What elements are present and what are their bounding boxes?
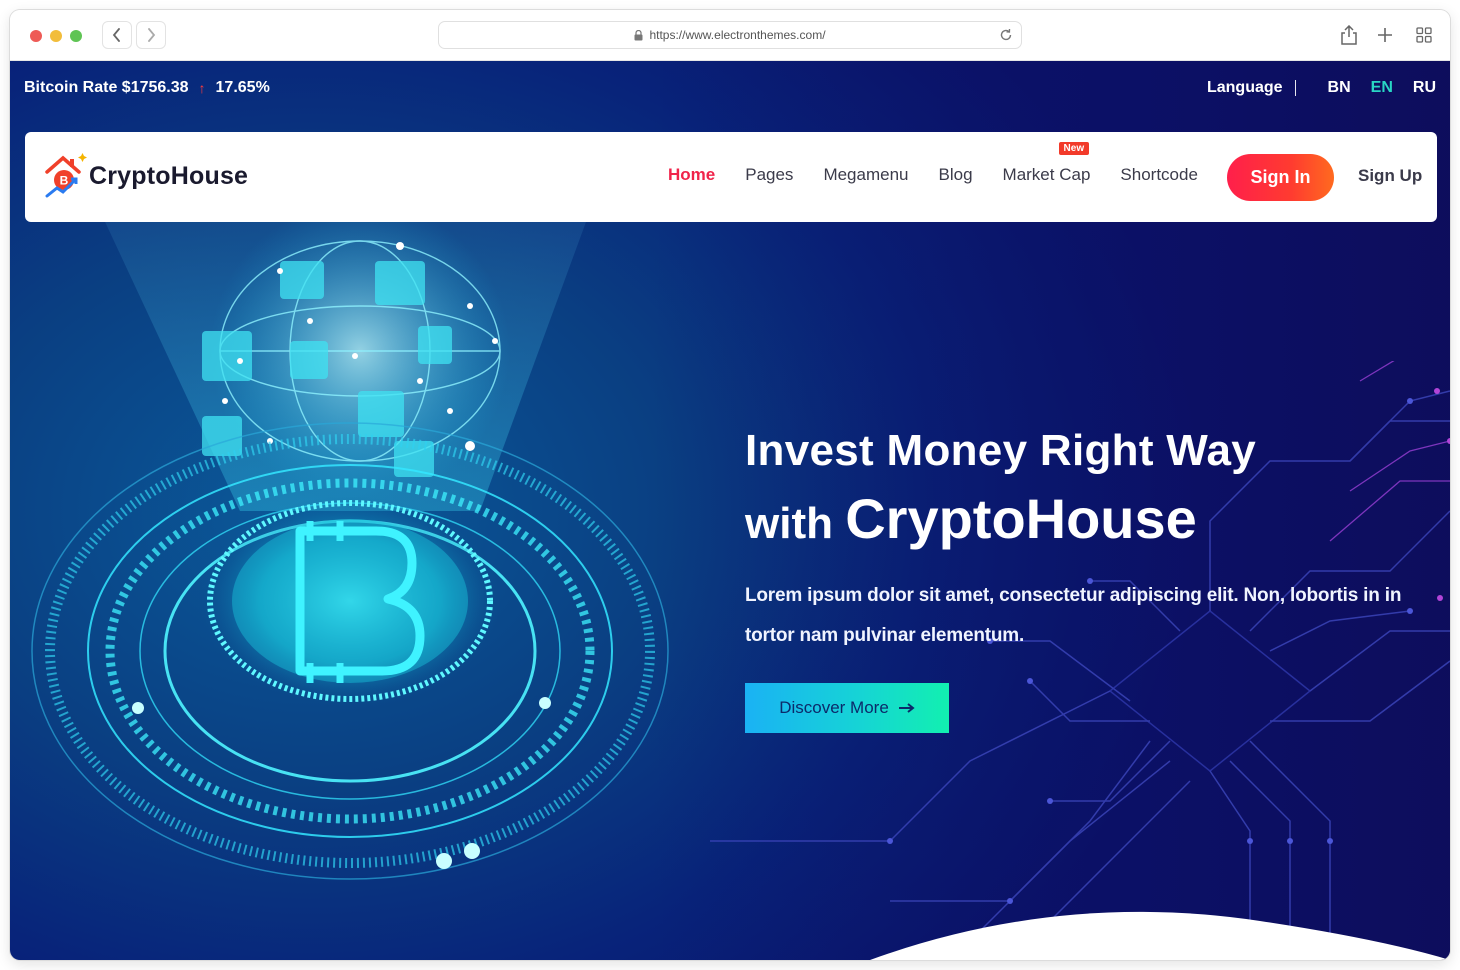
bitcoin-rate-change: 17.65% bbox=[215, 79, 270, 96]
share-icon bbox=[1341, 25, 1357, 45]
nav-item-shortcode[interactable]: Shortcode bbox=[1120, 165, 1198, 185]
zoom-window-button[interactable] bbox=[70, 30, 82, 42]
new-badge: New bbox=[1058, 142, 1090, 155]
forward-button[interactable] bbox=[136, 21, 166, 49]
language-divider bbox=[1294, 80, 1296, 96]
top-info-bar: Bitcoin Rate $1756.38 ↑ 17.65% Language … bbox=[10, 61, 1450, 121]
language-option-en[interactable]: EN bbox=[1371, 79, 1393, 97]
hero-title-brand: CryptoHouse bbox=[845, 487, 1197, 550]
arrow-up-icon: ↑ bbox=[198, 80, 206, 96]
hero-description: Lorem ipsum dolor sit amet, consectetur … bbox=[745, 585, 1402, 646]
hero-content: Invest Money Right Way with CryptoHouse … bbox=[745, 421, 1435, 733]
discover-more-label: Discover More bbox=[779, 698, 889, 717]
close-window-button[interactable] bbox=[30, 30, 42, 42]
browser-toolbar: https://www.electronthemes.com/ bbox=[10, 10, 1450, 61]
new-tab-button[interactable] bbox=[1374, 24, 1396, 46]
hero-title-line-2: with CryptoHouse bbox=[745, 489, 1435, 554]
main-header: B CryptoHouse Home Pages Megamenu Blog M… bbox=[25, 132, 1437, 222]
nav-item-megamenu[interactable]: Megamenu bbox=[823, 165, 908, 185]
house-bitcoin-icon: B bbox=[45, 153, 87, 198]
discover-more-button[interactable]: Discover More bbox=[745, 683, 949, 733]
back-button[interactable] bbox=[102, 21, 132, 49]
sign-in-button[interactable]: Sign In bbox=[1227, 154, 1334, 201]
hero-title-line-1: Invest Money Right Way bbox=[745, 426, 1257, 475]
reload-icon[interactable] bbox=[999, 28, 1013, 42]
share-button[interactable] bbox=[1338, 24, 1360, 46]
svg-text:B: B bbox=[60, 174, 69, 188]
web-page: Bitcoin Rate $1756.38 ↑ 17.65% Language … bbox=[10, 61, 1450, 960]
lock-icon bbox=[634, 29, 643, 40]
url-text: https://www.electronthemes.com/ bbox=[649, 28, 826, 42]
language-switcher: Language BN EN RU bbox=[1207, 79, 1436, 97]
plus-icon bbox=[1378, 28, 1392, 42]
main-navigation: Home Pages Megamenu Blog Market Cap New … bbox=[668, 142, 1228, 185]
arrow-right-icon bbox=[898, 703, 915, 713]
site-logo[interactable]: B CryptoHouse bbox=[43, 152, 248, 200]
nav-item-blog[interactable]: Blog bbox=[939, 165, 973, 185]
chevron-left-icon bbox=[112, 28, 120, 42]
chevron-right-icon bbox=[148, 28, 156, 42]
language-option-ru[interactable]: RU bbox=[1413, 79, 1436, 97]
nav-item-pages[interactable]: Pages bbox=[745, 165, 793, 185]
nav-item-market-cap-label: Market Cap bbox=[1002, 165, 1091, 184]
bitcoin-rate-label: Bitcoin Rate $1756.38 bbox=[24, 79, 189, 96]
minimize-window-button[interactable] bbox=[50, 30, 62, 42]
language-label: Language bbox=[1206, 79, 1283, 96]
nav-item-market-cap[interactable]: Market Cap New bbox=[1002, 142, 1091, 185]
nav-item-home[interactable]: Home bbox=[668, 165, 715, 185]
grid-icon bbox=[1416, 27, 1432, 43]
logo-text: CryptoHouse bbox=[89, 161, 249, 190]
language-option-bn[interactable]: BN bbox=[1328, 79, 1351, 97]
address-bar[interactable]: https://www.electronthemes.com/ bbox=[438, 21, 1022, 49]
tab-overview-button[interactable] bbox=[1413, 24, 1435, 46]
browser-window: https://www.electronthemes.com/ Bitcoin … bbox=[10, 10, 1450, 960]
bitcoin-hologram-illustration bbox=[31, 211, 669, 880]
hero-title-prefix: with bbox=[745, 499, 833, 548]
bitcoin-rate-ticker: Bitcoin Rate $1756.38 ↑ 17.65% bbox=[24, 79, 270, 97]
sign-up-link[interactable]: Sign Up bbox=[1358, 166, 1422, 186]
